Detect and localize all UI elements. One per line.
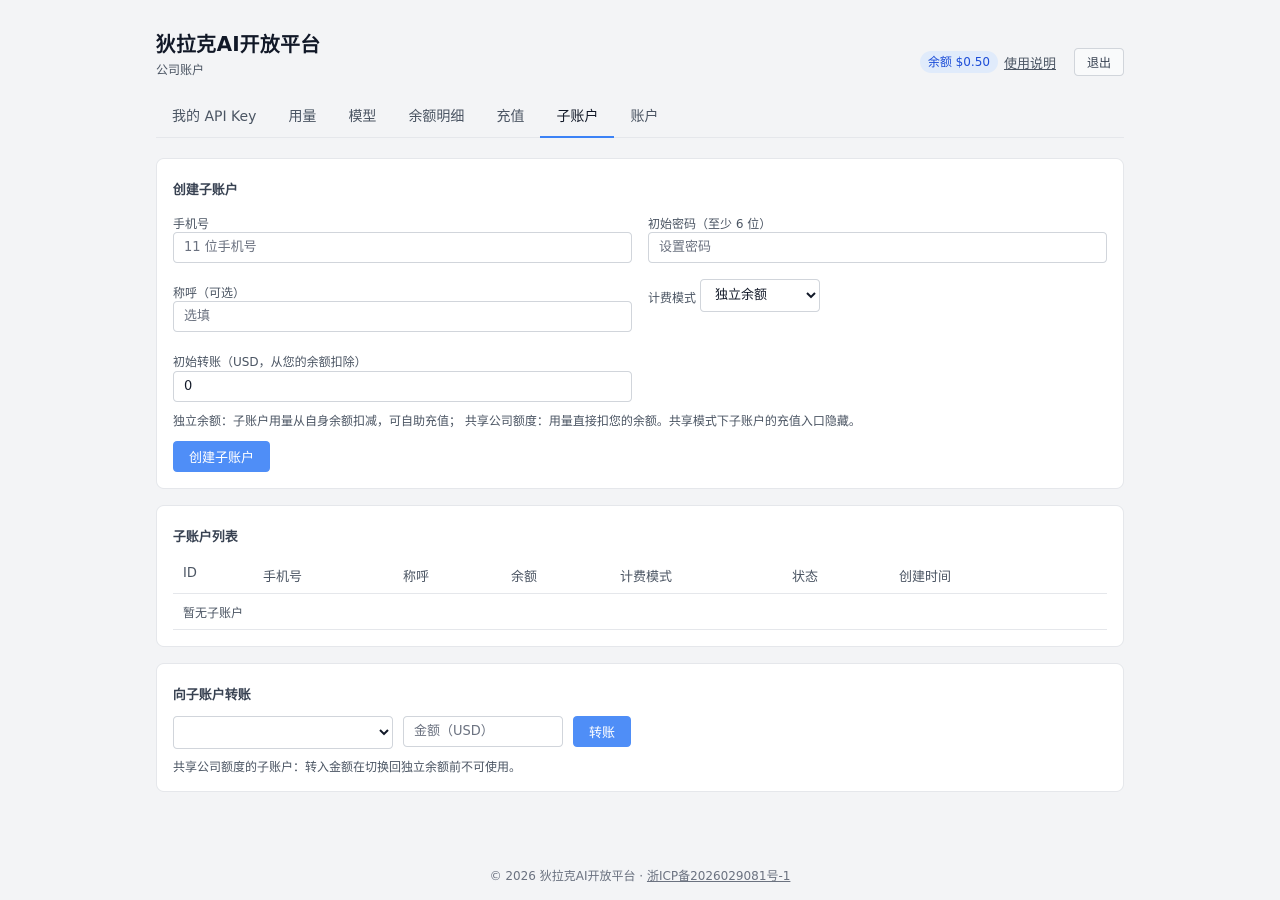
phone-input[interactable] — [173, 232, 632, 263]
billing-mode-label: 计费模式 — [648, 291, 697, 305]
app-title: 狄拉克AI开放平台 — [156, 32, 321, 56]
column-header-nickname: 称呼 — [403, 570, 430, 585]
create-card-title: 创建子账户 — [173, 183, 239, 198]
billing-mode-select[interactable]: 独立余额 — [700, 279, 820, 312]
icp-link[interactable]: 浙ICP备2026029081号-1 — [647, 869, 790, 883]
column-header-id: ID — [183, 566, 197, 581]
help-link[interactable]: 使用说明 — [1004, 53, 1056, 72]
sub-account-list-card: 子账户列表 ID 手机号 称呼 余额 计费模式 状态 创建时间 暂无子账户 — [156, 505, 1124, 647]
password-label: 初始密码（至少 6 位） — [648, 217, 772, 231]
billing-mode-hint: 独立余额：子账户用量从自身余额扣减，可自助充值； 共享公司额度：用量直接扣您的余… — [173, 414, 861, 428]
initial-transfer-label: 初始转账（USD，从您的余额扣除） — [173, 355, 367, 369]
table-empty-row: 暂无子账户 — [173, 594, 1107, 630]
transfer-card-title: 向子账户转账 — [173, 688, 252, 703]
nickname-label: 称呼（可选） — [173, 286, 246, 300]
copyright-text: © 2026 狄拉克AI开放平台 · — [489, 869, 647, 883]
tab-models[interactable]: 模型 — [332, 100, 392, 138]
column-header-status: 状态 — [792, 570, 819, 585]
password-input[interactable] — [648, 232, 1107, 263]
page-header: 狄拉克AI开放平台 公司账户 余额 $0.50 使用说明 退出 — [156, 0, 1124, 100]
nickname-input[interactable] — [173, 301, 632, 332]
tab-api-key[interactable]: 我的 API Key — [156, 100, 272, 138]
empty-state-text: 暂无子账户 — [183, 606, 244, 620]
column-header-billing-mode: 计费模式 — [620, 570, 673, 585]
transfer-card: 向子账户转账 转账 共享公司额度的子账户：转入金额在切换回独立余额前不可使用。 — [156, 663, 1124, 792]
logout-button[interactable]: 退出 — [1074, 48, 1124, 76]
transfer-hint: 共享公司额度的子账户：转入金额在切换回独立余额前不可使用。 — [173, 760, 522, 774]
tab-sub-accounts[interactable]: 子账户 — [540, 100, 615, 138]
create-sub-account-button[interactable]: 创建子账户 — [173, 441, 270, 472]
transfer-amount-input[interactable] — [403, 716, 563, 747]
column-header-phone: 手机号 — [263, 570, 303, 585]
tab-account[interactable]: 账户 — [614, 100, 674, 138]
list-card-title: 子账户列表 — [173, 530, 239, 545]
page-container: 狄拉克AI开放平台 公司账户 余额 $0.50 使用说明 退出 我的 API K… — [156, 0, 1124, 792]
column-header-created-at: 创建时间 — [899, 570, 952, 585]
balance-badge: 余额 $0.50 — [919, 51, 998, 73]
initial-transfer-input[interactable] — [173, 371, 632, 402]
table-header: ID 手机号 称呼 余额 计费模式 状态 创建时间 — [173, 558, 1107, 594]
account-type-label: 公司账户 — [156, 63, 205, 77]
tab-recharge[interactable]: 充值 — [480, 100, 540, 138]
sub-account-table: ID 手机号 称呼 余额 计费模式 状态 创建时间 暂无子账户 — [173, 558, 1107, 630]
create-sub-account-card: 创建子账户 手机号 初始密码（至少 6 位） 称呼（可选） 计费模式 独立余额 … — [156, 158, 1124, 489]
main-tabs: 我的 API Key 用量 模型 余额明细 充值 子账户 账户 — [156, 100, 1124, 138]
phone-label: 手机号 — [173, 217, 210, 231]
tab-usage[interactable]: 用量 — [272, 100, 332, 138]
sub-account-select[interactable] — [173, 716, 393, 749]
tab-balance-details[interactable]: 余额明细 — [392, 100, 480, 138]
column-header-balance: 余额 — [511, 570, 538, 585]
transfer-button[interactable]: 转账 — [573, 716, 631, 747]
page-footer: © 2026 狄拉克AI开放平台 · 浙ICP备2026029081号-1 — [0, 867, 1280, 884]
header-actions: 余额 $0.50 使用说明 退出 — [919, 48, 1124, 76]
